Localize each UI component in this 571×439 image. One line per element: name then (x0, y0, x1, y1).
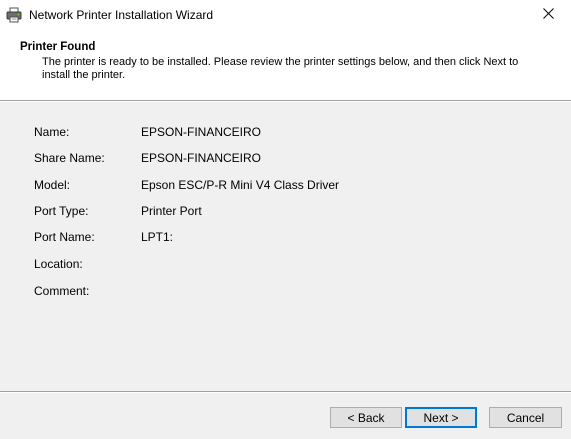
page-description: The printer is ready to be installed. Pl… (42, 56, 519, 81)
next-button[interactable]: Next > (405, 407, 477, 428)
port-type-label: Port Type: (34, 204, 89, 218)
page-title: Printer Found (20, 41, 96, 53)
footer-divider-highlight (0, 392, 571, 393)
model-label: Model: (34, 178, 71, 192)
wizard-header: Printer Found The printer is ready to be… (0, 30, 571, 100)
comment-label: Comment: (34, 284, 90, 298)
port-name-label: Port Name: (34, 230, 95, 244)
model-value: Epson ESC/P-R Mini V4 Class Driver (141, 178, 340, 192)
window-title: Network Printer Installation Wizard (29, 8, 214, 22)
port-type-value: Printer Port (141, 204, 202, 218)
back-button[interactable]: < Back (330, 407, 402, 428)
share-name-label: Share Name: (34, 151, 105, 165)
printer-details: Name: EPSON-FINANCEIRO Share Name: EPSON… (0, 102, 571, 392)
name-value: EPSON-FINANCEIRO (141, 125, 262, 139)
location-label: Location: (34, 257, 83, 271)
share-name-value: EPSON-FINANCEIRO (141, 151, 262, 165)
cancel-button[interactable]: Cancel (489, 407, 562, 428)
name-label: Name: (34, 125, 70, 139)
close-button[interactable] (525, 0, 571, 30)
printer-icon (6, 7, 22, 23)
title-bar: Network Printer Installation Wizard (0, 0, 571, 30)
port-name-value: LPT1: (141, 230, 174, 244)
close-icon (542, 6, 554, 24)
wizard-window: Network Printer Installation Wizard Prin… (0, 0, 571, 439)
